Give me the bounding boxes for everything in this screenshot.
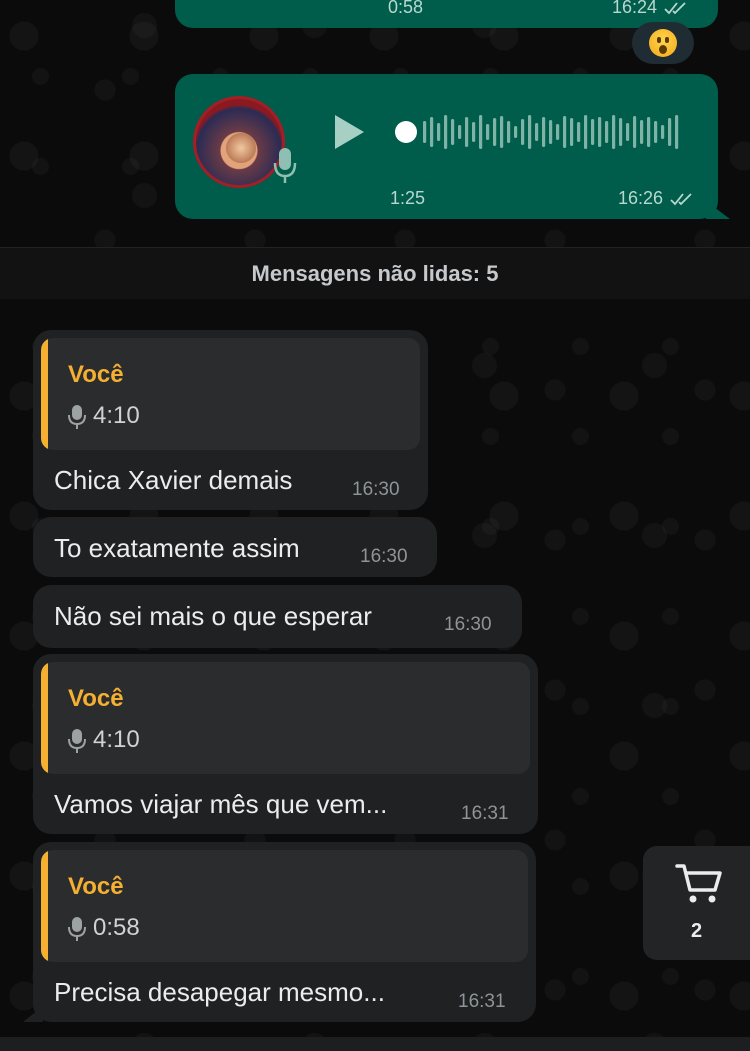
waveform-bar (507, 121, 511, 143)
microphone-icon (273, 148, 297, 183)
message-time: 16:26 (618, 188, 696, 209)
waveform-bar (619, 118, 623, 146)
message-text: Vamos viajar mês que vem... (54, 789, 388, 819)
cart-button[interactable]: 2 (643, 846, 750, 960)
waveform-bar (486, 124, 490, 140)
outgoing-voice-message-partial[interactable]: 0:58 16:24 (175, 0, 718, 28)
bottom-input-bar-edge (0, 1037, 750, 1051)
waveform-bar (542, 117, 546, 147)
waveform-bar (444, 115, 448, 149)
message-text: Não sei mais o que esperar (54, 601, 372, 631)
voice-duration: 0:58 (388, 0, 424, 17)
waveform-bar (458, 125, 462, 139)
double-check-icon (664, 2, 686, 15)
waveform-bar (437, 123, 441, 141)
waveform-bar (500, 116, 504, 148)
microphone-icon (68, 405, 86, 429)
waveform-bar (654, 121, 658, 143)
unread-label: Mensagens não lidas: 5 (251, 260, 499, 286)
waveform-bar (668, 118, 672, 146)
waveform-bar (584, 115, 588, 149)
waveform-bar (661, 125, 665, 139)
message-text: To exatamente assim (54, 533, 300, 563)
message-text: Chica Xavier demais (54, 465, 293, 495)
waveform-bar (479, 115, 483, 149)
waveform-bar (514, 126, 518, 138)
waveform-bar (521, 119, 525, 145)
quote-duration: 4:10 (93, 402, 140, 429)
message-time: 16:31 (461, 803, 509, 824)
waveform-bar (472, 122, 476, 142)
voice-duration: 1:25 (390, 188, 426, 208)
waveform-bar (577, 122, 581, 142)
waveform-bar (633, 116, 637, 148)
double-check-icon (670, 193, 692, 206)
waveform-bar (626, 123, 630, 141)
unread-messages-divider: Mensagens não lidas: 5 (0, 247, 750, 299)
waveform-bar (605, 121, 609, 143)
incoming-message[interactable]: Você 0:58 Precisa desapegar mesmo... 16:… (23, 842, 536, 1022)
waveform-bar (640, 120, 644, 144)
waveform-bar (598, 117, 602, 147)
message-time: 16:30 (352, 479, 400, 500)
message-time: 16:30 (444, 614, 492, 635)
microphone-icon (68, 729, 86, 753)
waveform-bar (549, 120, 553, 144)
voice-waveform[interactable] (395, 114, 685, 150)
waveform-bar (423, 121, 427, 143)
quote-author: Você (68, 361, 124, 388)
quoted-reply[interactable]: Você 4:10 (41, 338, 420, 450)
avatar[interactable] (193, 96, 285, 188)
play-icon[interactable] (331, 112, 367, 152)
waveform-bar (535, 123, 539, 141)
message-time: 16:30 (360, 546, 408, 567)
waveform-bar (493, 118, 497, 146)
message-reaction[interactable] (632, 22, 694, 64)
quote-author: Você (68, 873, 124, 900)
waveform-bar (647, 117, 651, 147)
astonished-face-emoji-icon (649, 29, 677, 57)
quoted-reply[interactable]: Você 4:10 (41, 662, 530, 774)
waveform-bar (556, 124, 560, 140)
waveform-bar (528, 115, 532, 149)
waveform-bar (563, 116, 567, 148)
incoming-message[interactable]: Você 4:10 Chica Xavier demais 16:30 (33, 330, 428, 510)
cart-count: 2 (690, 920, 703, 942)
waveform-bar (570, 118, 574, 146)
waveform-bar (612, 115, 616, 149)
incoming-message[interactable]: Você 4:10 Vamos viajar mês que vem... 16… (33, 654, 538, 834)
message-time: 16:31 (458, 991, 506, 1012)
quote-author: Você (68, 685, 124, 712)
incoming-message[interactable]: Não sei mais o que esperar 16:30 (33, 585, 522, 648)
quoted-reply[interactable]: Você 0:58 (41, 850, 528, 962)
outgoing-voice-message[interactable]: 1:25 16:26 (175, 74, 730, 219)
waveform-bar (430, 117, 434, 147)
waveform-bar (591, 119, 595, 145)
cart-icon (675, 864, 722, 903)
time-label: 16:26 (617, 188, 663, 208)
waveform-bar (451, 119, 455, 145)
message-time: 16:24 (612, 0, 690, 18)
time-label: 16:24 (611, 0, 657, 17)
incoming-message[interactable]: To exatamente assim 16:30 (33, 517, 437, 577)
waveform-bar (465, 117, 469, 147)
quote-duration: 0:58 (93, 914, 140, 941)
waveform-bar (675, 115, 679, 149)
message-text: Precisa desapegar mesmo... (54, 977, 385, 1007)
quote-duration: 4:10 (93, 726, 140, 753)
microphone-icon (68, 917, 86, 941)
